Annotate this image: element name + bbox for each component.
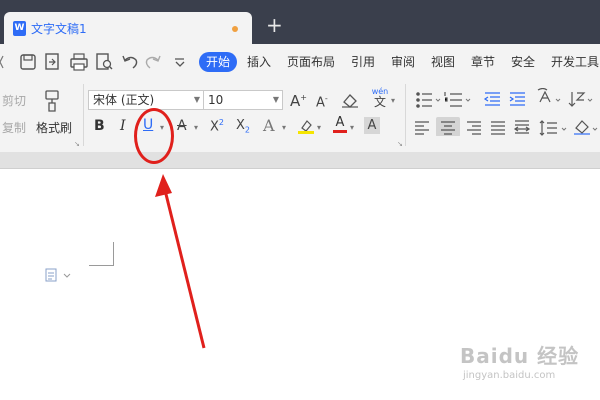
- undo-icon: [122, 55, 138, 69]
- menu-page-layout[interactable]: 页面布局: [287, 55, 335, 69]
- font-size-select[interactable]: 10 ▼: [203, 90, 283, 110]
- menu-view[interactable]: 视图: [431, 55, 455, 69]
- chevron-down-icon: [555, 98, 561, 102]
- save-icon: [20, 54, 36, 70]
- annotation-circle: [134, 108, 174, 164]
- font-color-button[interactable]: A: [333, 116, 347, 133]
- italic-button[interactable]: I: [120, 118, 126, 134]
- paragraph-group: [415, 88, 598, 136]
- page-corner-mark: [89, 265, 113, 266]
- align-left-icon: [415, 121, 429, 135]
- chevron-down-icon: [435, 98, 441, 102]
- pinyin-guide-button[interactable]: wén 文: [370, 88, 390, 109]
- menu-developer[interactable]: 开发工具: [551, 55, 599, 69]
- numbered-list-icon: [444, 92, 462, 107]
- highlight-icon[interactable]: [297, 117, 315, 135]
- shrink-font-button[interactable]: A-: [316, 94, 328, 110]
- unsaved-dot-icon: [232, 26, 238, 32]
- menu-insert[interactable]: 插入: [247, 55, 271, 69]
- export-pdf-icon: [45, 53, 59, 70]
- format-painter-label[interactable]: 格式刷: [36, 121, 72, 135]
- chevron-down-icon[interactable]: ▾: [317, 123, 321, 133]
- clipboard-launcher-icon[interactable]: ↘: [74, 140, 80, 148]
- quick-access-toolbar: [0, 53, 185, 71]
- divider: [405, 84, 406, 146]
- font-name-select[interactable]: 宋体 (正文) ▼: [88, 90, 204, 110]
- distributed-icon: [513, 120, 531, 134]
- decrease-indent-icon: [483, 92, 500, 106]
- subscript-button[interactable]: X2: [236, 118, 250, 135]
- font-launcher-icon[interactable]: ↘: [397, 140, 403, 148]
- menu-references[interactable]: 引用: [351, 55, 375, 69]
- font-size-value: 10: [208, 93, 224, 107]
- bullet-list-icon: [416, 92, 432, 108]
- writer-doc-icon: W: [13, 21, 26, 36]
- increase-indent-icon: [509, 92, 525, 106]
- chevron-down-icon[interactable]: ▾: [282, 123, 286, 133]
- watermark-url: jingyan.baidu.com: [463, 370, 556, 381]
- menu-security[interactable]: 安全: [511, 55, 535, 69]
- chevron-down-icon: [587, 98, 593, 102]
- justify-icon: [491, 121, 505, 135]
- redo-icon: [145, 55, 161, 69]
- bold-button[interactable]: B: [94, 118, 105, 134]
- chevron-down-icon: [592, 127, 598, 131]
- annotation-arrow-icon: [155, 174, 206, 349]
- grow-font-button[interactable]: A+: [290, 92, 307, 110]
- copy-button[interactable]: 复制: [2, 121, 26, 135]
- paragraph-options-icon[interactable]: [45, 268, 73, 282]
- watermark-brand: Baidu 经验: [460, 344, 580, 368]
- chevron-down-icon[interactable]: ▾: [194, 123, 198, 133]
- clear-format-icon[interactable]: [341, 92, 359, 108]
- cut-button[interactable]: 剪切: [2, 94, 26, 108]
- superscript-button[interactable]: X2: [210, 118, 224, 134]
- chevron-down-icon[interactable]: ▾: [350, 123, 354, 133]
- character-shading-button[interactable]: A: [364, 117, 380, 134]
- chevron-down-icon: ▼: [272, 95, 279, 104]
- line-spacing-icon: [539, 120, 557, 136]
- format-painter-icon[interactable]: [42, 88, 68, 114]
- print-icon: [70, 53, 88, 71]
- font-name-value: 宋体 (正文): [93, 93, 155, 107]
- chevron-down-icon[interactable]: ▾: [391, 96, 395, 106]
- customize-icon: [175, 58, 185, 67]
- tab-title[interactable]: 文字文稿1: [31, 20, 87, 37]
- text-effect-button[interactable]: A: [263, 116, 275, 135]
- menu-review[interactable]: 审阅: [391, 55, 415, 69]
- chevron-down-icon: ▼: [193, 95, 200, 104]
- page-corner-mark: [113, 242, 114, 266]
- chevron-down-icon: [465, 98, 471, 102]
- ribbon-bottom-strip: [0, 152, 600, 169]
- font-color-swatch: [333, 130, 347, 133]
- menu-start[interactable]: 开始: [199, 52, 237, 72]
- sort-icon: [568, 92, 586, 107]
- divider: [83, 84, 84, 146]
- strikethrough-button[interactable]: A: [177, 118, 187, 134]
- menu-chapter[interactable]: 章节: [471, 55, 495, 69]
- chevron-down-icon: [561, 127, 567, 131]
- text-direction-icon: [537, 88, 551, 103]
- shading-icon: [574, 120, 590, 135]
- nav-left-icon: [0, 55, 4, 69]
- new-tab-button[interactable]: +: [266, 15, 283, 35]
- align-right-icon: [467, 121, 481, 135]
- print-preview-icon: [96, 53, 113, 70]
